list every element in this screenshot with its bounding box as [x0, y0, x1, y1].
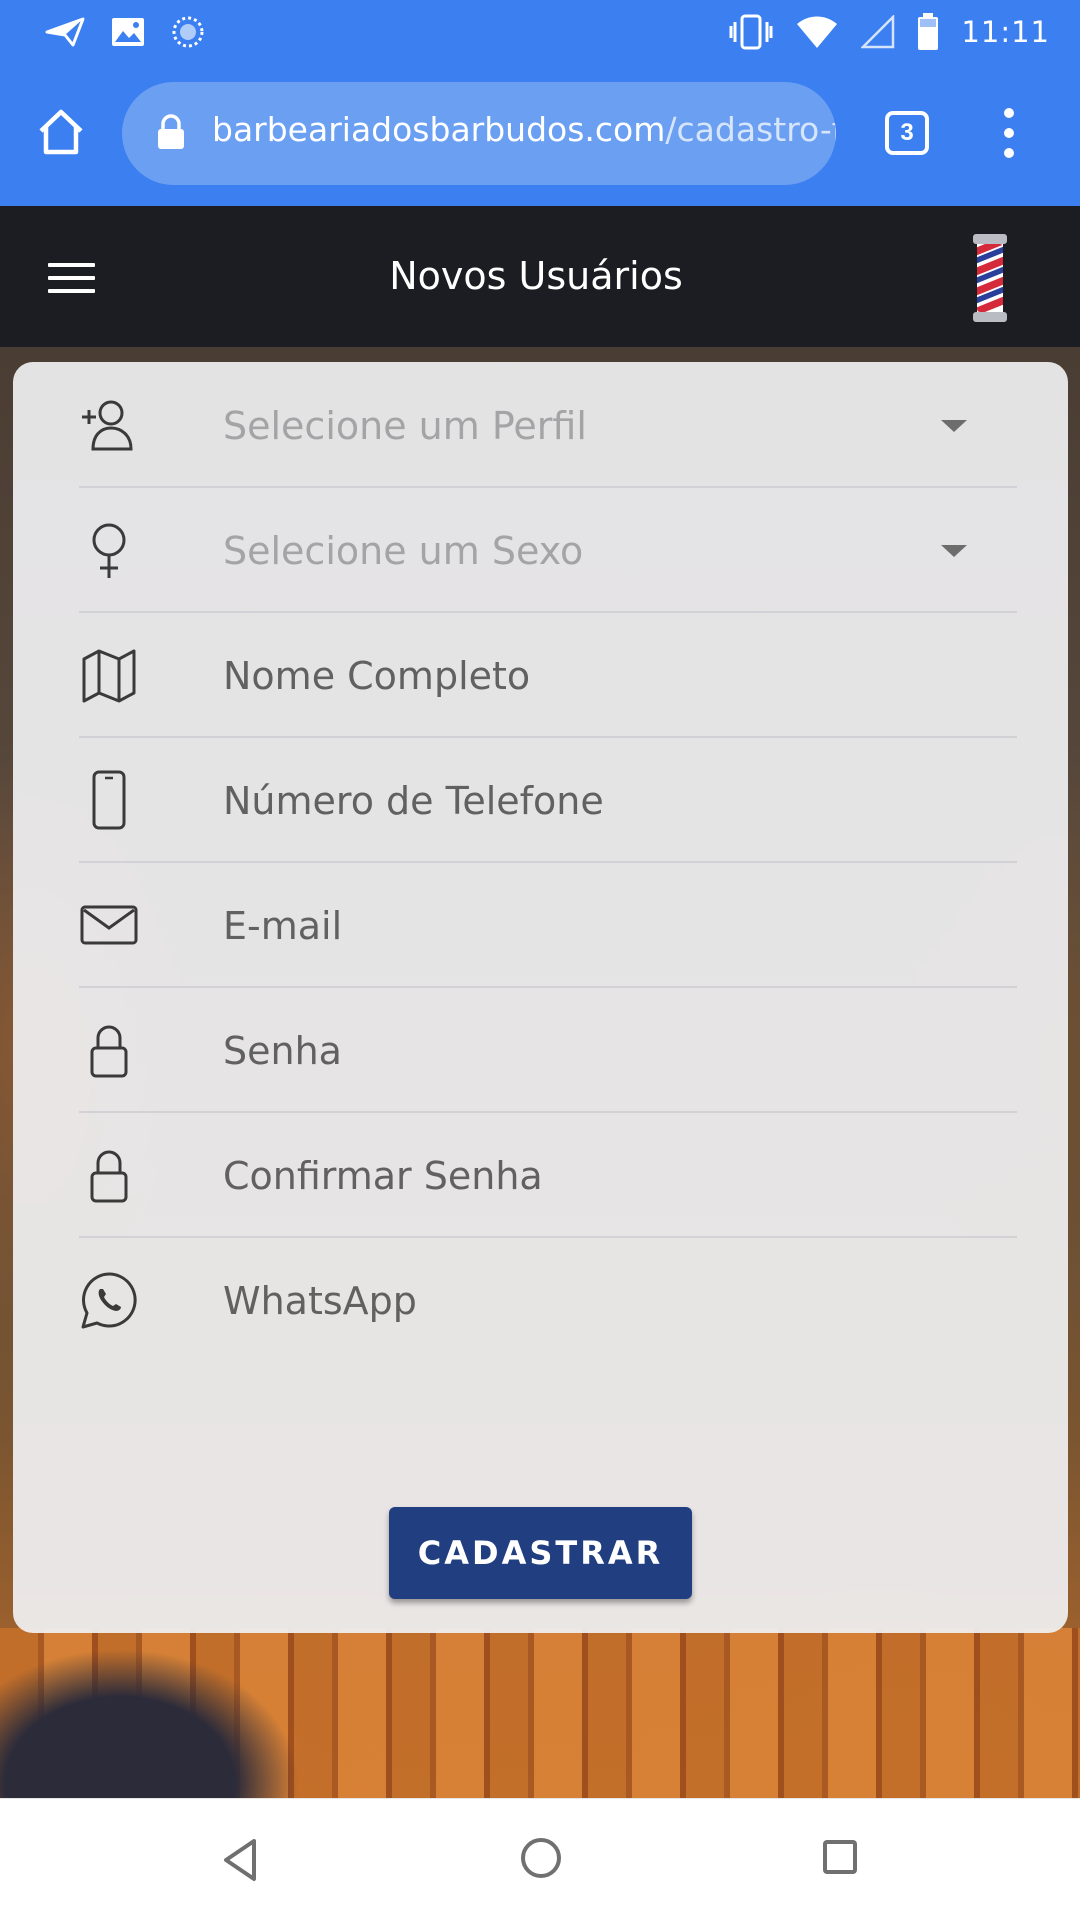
recent-apps-icon[interactable] — [822, 1839, 858, 1875]
add-person-icon — [82, 400, 133, 451]
confirm-password-label: Confirmar Senha — [223, 1154, 543, 1198]
home-circle-icon[interactable] — [520, 1837, 562, 1879]
email-field[interactable]: E-mail — [79, 863, 1017, 988]
clock: 11:11 — [961, 15, 1050, 49]
home-icon[interactable] — [36, 107, 86, 157]
url-path: /cadastro-f — [665, 110, 836, 149]
password-label: Senha — [223, 1029, 342, 1073]
barber-chair — [0, 1648, 300, 1798]
address-bar[interactable]: barbeariadosbarbudos.com/cadastro-f — [122, 82, 836, 185]
battery-icon — [918, 13, 939, 50]
chevron-down-icon[interactable] — [941, 545, 967, 557]
page-title: Novos Usuários — [389, 254, 683, 298]
url-text: barbeariadosbarbudos.com/cadastro-f — [212, 110, 836, 149]
status-bar: 11:11 — [0, 0, 1080, 63]
whatsapp-field[interactable]: WhatsApp — [79, 1238, 1017, 1363]
registration-form: Selecione um Perfil Selecione um Sexo No… — [13, 362, 1068, 1633]
sync-icon — [172, 16, 204, 48]
app-header: Novos Usuários — [0, 206, 1080, 347]
image-icon — [112, 18, 144, 46]
gender-select[interactable]: Selecione um Sexo — [79, 488, 1017, 613]
gender-select-placeholder: Selecione um Sexo — [223, 529, 584, 573]
phone-label: Número de Telefone — [223, 779, 604, 823]
profile-select[interactable]: Selecione um Perfil — [79, 363, 1017, 488]
password-field[interactable]: Senha — [79, 988, 1017, 1113]
map-icon — [82, 649, 136, 703]
lock-icon — [90, 1025, 128, 1078]
url-domain: barbeariadosbarbudos.com — [212, 110, 666, 149]
whatsapp-icon — [81, 1272, 137, 1329]
full-name-label: Nome Completo — [223, 654, 531, 698]
lock-icon — [158, 114, 184, 149]
send-icon — [45, 17, 85, 47]
full-name-field[interactable]: Nome Completo — [79, 613, 1017, 738]
wifi-icon — [797, 16, 838, 48]
whatsapp-label: WhatsApp — [223, 1279, 417, 1323]
signal-icon — [861, 15, 895, 49]
mail-icon — [80, 905, 138, 945]
tab-switcher-button[interactable]: 3 — [885, 111, 929, 155]
phone-field[interactable]: Número de Telefone — [79, 738, 1017, 863]
more-menu-icon[interactable] — [996, 105, 1022, 161]
browser-toolbar: barbeariadosbarbudos.com/cadastro-f 3 — [0, 63, 1080, 206]
lock-icon — [90, 1150, 128, 1203]
profile-select-placeholder: Selecione um Perfil — [223, 404, 587, 448]
phone-icon — [92, 770, 126, 830]
email-label: E-mail — [223, 904, 343, 948]
back-icon[interactable] — [220, 1837, 260, 1883]
register-button[interactable]: CADASTRAR — [389, 1507, 692, 1599]
female-icon — [92, 523, 126, 578]
vibrate-icon — [729, 14, 773, 50]
system-navigation-bar — [0, 1798, 1080, 1920]
chevron-down-icon[interactable] — [941, 420, 967, 432]
confirm-password-field[interactable]: Confirmar Senha — [79, 1113, 1017, 1238]
barber-pole-icon — [973, 234, 1007, 322]
